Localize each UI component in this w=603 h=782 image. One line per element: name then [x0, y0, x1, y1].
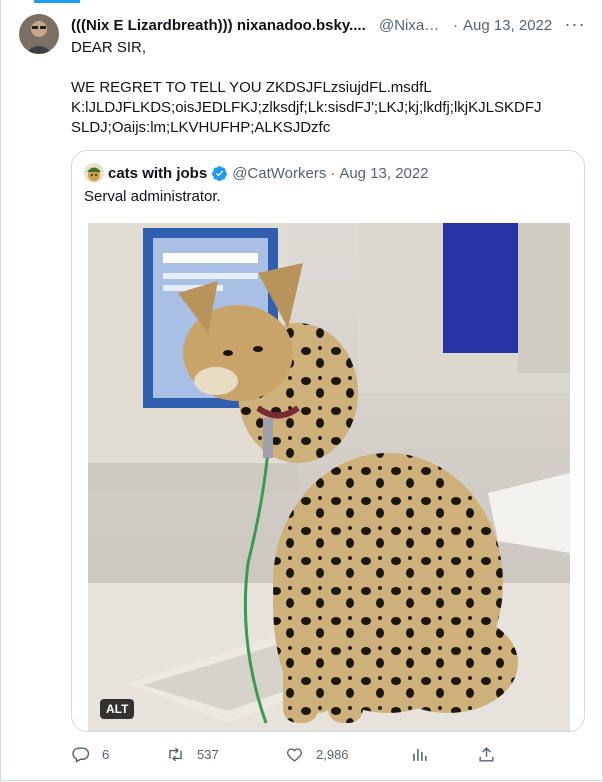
verified-badge-icon	[212, 165, 228, 181]
quoted-author-handle[interactable]: @CatWorkers	[232, 165, 326, 182]
tweet-text-line: DEAR SIR,	[71, 39, 147, 56]
quoted-tweet[interactable]: cats with jobs @CatWorkers · Aug 13, 202…	[71, 150, 585, 732]
author-name[interactable]: (((Nix E Lizardbreath))) nixanadoo.bsky.…	[71, 17, 376, 34]
reply-button[interactable]: 6	[71, 740, 109, 768]
quoted-tweet-text: Serval administrator.	[84, 188, 221, 205]
heart-icon	[287, 747, 302, 762]
like-button[interactable]: 2,986	[285, 740, 349, 768]
retweet-count: 537	[197, 746, 219, 762]
retweet-icon	[169, 747, 182, 761]
more-options-icon[interactable]: ···	[563, 14, 587, 34]
top-accent-strip	[34, 0, 80, 3]
tweet-header: (((Nix E Lizardbreath))) nixanadoo.bsky.…	[71, 15, 552, 35]
serval-photo[interactable]	[88, 223, 570, 731]
tweet-actions: 6 537 2,986	[71, 740, 581, 768]
quoted-author-name[interactable]: cats with jobs	[108, 165, 207, 182]
like-count: 2,986	[316, 746, 349, 762]
tweet-text-line	[71, 58, 581, 78]
tweet-text-line: K:lJLDJFLKDS;oisJEDLFKJ;zlksdjf;Lk:sisdF…	[71, 99, 542, 116]
quoted-tweet-header: cats with jobs @CatWorkers · Aug 13, 202…	[84, 163, 429, 183]
tweet-text: DEAR SIR, WE REGRET TO TELL YOU ZKDSJFLz…	[71, 38, 581, 138]
analytics-icon	[413, 748, 427, 761]
quoted-author-avatar[interactable]	[84, 163, 104, 183]
separator-dot: ·	[453, 16, 458, 34]
reply-icon	[72, 746, 90, 763]
quoted-tweet-date[interactable]: Aug 13, 2022	[339, 165, 428, 182]
alt-text-badge[interactable]: ALT	[100, 699, 135, 719]
tweet-date[interactable]: Aug 13, 2022	[463, 17, 552, 34]
tweet-text-line: SLDJ;Oaijs:lm;LKVHUFHP;ALKSJDzfc	[71, 119, 331, 136]
reply-count: 6	[102, 746, 110, 762]
author-avatar[interactable]	[19, 14, 59, 54]
retweet-button[interactable]: 537	[166, 740, 219, 768]
tweet-text-line: WE REGRET TO TELL YOU ZKDSJFLzsiujdFL.ms…	[71, 79, 432, 96]
share-button[interactable]	[477, 740, 508, 768]
analytics-button[interactable]	[410, 740, 441, 768]
share-icon	[479, 746, 494, 762]
separator-dot: ·	[330, 164, 336, 182]
author-handle[interactable]: @Nixan...	[379, 17, 445, 34]
